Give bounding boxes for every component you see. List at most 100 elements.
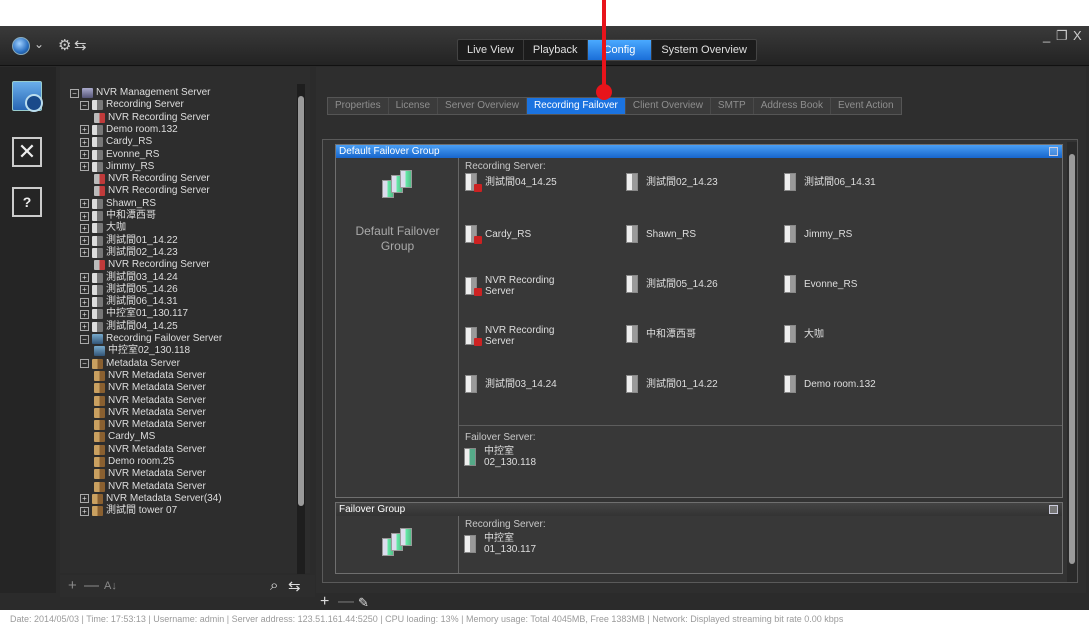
recording-server-item[interactable]: Jimmy_RS	[784, 225, 852, 243]
expand-toggle-icon[interactable]: +	[80, 150, 89, 159]
settings-icon[interactable]: ⚙	[58, 36, 71, 54]
expand-toggle-icon[interactable]: +	[80, 248, 89, 258]
tree-item[interactable]: − Recording Server	[80, 99, 184, 111]
recording-server-item[interactable]: 測試間01_14.22	[626, 375, 718, 393]
tree-item[interactable]: 中控室02_130.118	[94, 345, 190, 357]
search-icon[interactable]: ⌕	[270, 577, 278, 594]
tree-item[interactable]: NVR Recording Server	[94, 185, 210, 197]
recording-server-item[interactable]: 中控室 01_130.117	[464, 533, 536, 555]
recording-server-item[interactable]: Cardy_RS	[465, 225, 531, 244]
tab-address-book[interactable]: Address Book	[754, 98, 831, 114]
collapse-icon[interactable]	[1049, 505, 1058, 514]
failover-server-item[interactable]: 中控室 02_130.118	[464, 446, 536, 468]
tree-item[interactable]: NVR Recording Server	[94, 259, 210, 271]
tree-item[interactable]: NVR Recording Server	[94, 173, 210, 185]
tree-item[interactable]: + 測試間05_14.26	[80, 284, 178, 296]
tree-item[interactable]: + 測試間03_14.24	[80, 272, 178, 284]
expand-toggle-icon[interactable]: −	[70, 88, 79, 98]
expand-toggle-icon[interactable]: +	[80, 137, 89, 147]
default-failover-group[interactable]: Default Failover Group Default Failover …	[335, 144, 1063, 498]
tree-scrollbar-thumb[interactable]	[298, 96, 304, 506]
tree-item[interactable]: NVR Metadata Server	[94, 395, 206, 407]
groups-scrollbar[interactable]	[1067, 142, 1077, 582]
tree-item[interactable]: + Cardy_RS	[80, 136, 152, 148]
expand-toggle-icon[interactable]: +	[80, 494, 89, 504]
tree-item[interactable]: + 測試間 tower 07	[80, 505, 177, 517]
chevron-down-icon[interactable]: ⌄	[34, 37, 44, 51]
expand-toggle-icon[interactable]: +	[80, 273, 89, 282]
expand-toggle-icon[interactable]: +	[80, 211, 89, 221]
recording-server-item[interactable]: Evonne_RS	[784, 275, 857, 293]
collapse-icon[interactable]	[1049, 147, 1058, 156]
expand-toggle-icon[interactable]: −	[80, 359, 89, 369]
add-icon[interactable]: +	[68, 577, 77, 594]
tree-item[interactable]: − NVR Management Server	[70, 87, 211, 99]
help-icon[interactable]: ?	[12, 187, 42, 217]
tab-server-overview[interactable]: Server Overview	[438, 98, 527, 114]
expand-toggle-icon[interactable]: +	[80, 162, 89, 172]
tree-item[interactable]: + 測試間04_14.25	[80, 321, 178, 333]
minimize-button[interactable]: _	[1043, 28, 1050, 43]
tree-item[interactable]: + Shawn_RS	[80, 198, 156, 210]
tree-item[interactable]: + Evonne_RS	[80, 149, 159, 161]
tree-item[interactable]: NVR Recording Server	[94, 112, 210, 124]
tab-playback[interactable]: Playback	[524, 40, 588, 60]
recording-server-item[interactable]: NVR Recording Server	[465, 275, 554, 297]
groups-scrollbar-thumb[interactable]	[1069, 154, 1075, 564]
tab-system-overview[interactable]: System Overview	[652, 40, 756, 60]
globe-icon[interactable]	[12, 37, 30, 55]
tree-item[interactable]: + 測試間02_14.23	[80, 247, 178, 259]
tab-properties[interactable]: Properties	[328, 98, 389, 114]
recording-server-item[interactable]: 測試間06_14.31	[784, 173, 876, 191]
expand-toggle-icon[interactable]: +	[80, 223, 89, 233]
recording-server-item[interactable]: Shawn_RS	[626, 225, 696, 243]
expand-toggle-icon[interactable]: +	[80, 125, 89, 135]
expand-toggle-icon[interactable]: +	[80, 506, 89, 516]
tab-license[interactable]: License	[389, 98, 439, 114]
tree-item[interactable]: − Metadata Server	[80, 358, 180, 370]
recording-server-item[interactable]: Demo room.132	[784, 375, 876, 393]
tab-recording-failover[interactable]: Recording Failover	[526, 98, 626, 114]
tree-item[interactable]: NVR Metadata Server	[94, 481, 206, 493]
link-icon[interactable]: ⇆	[288, 577, 301, 595]
tree-item[interactable]: − Recording Failover Server	[80, 333, 222, 345]
tools-icon[interactable]: ✕	[12, 137, 42, 167]
sort-icon[interactable]: A↓	[104, 580, 117, 592]
tree-item[interactable]: NVR Metadata Server	[94, 419, 206, 431]
remove-icon[interactable]: —	[84, 577, 99, 594]
remove-group-icon[interactable]: —	[338, 593, 354, 611]
group-header[interactable]: Default Failover Group	[336, 145, 1062, 158]
recording-server-item[interactable]: 測試間03_14.24	[465, 375, 557, 393]
expand-toggle-icon[interactable]: −	[80, 334, 89, 344]
recording-server-item[interactable]: 測試間02_14.23	[626, 173, 718, 191]
tree-item[interactable]: Cardy_MS	[94, 431, 155, 443]
expand-toggle-icon[interactable]: +	[80, 297, 89, 307]
tree-item[interactable]: NVR Metadata Server	[94, 382, 206, 394]
monitor-icon[interactable]	[12, 81, 43, 112]
tree-item[interactable]: Demo room.25	[94, 456, 174, 468]
expand-toggle-icon[interactable]: +	[80, 322, 89, 332]
tree-item[interactable]: NVR Metadata Server	[94, 444, 206, 456]
tree-item[interactable]: + 大咖	[80, 222, 126, 234]
expand-toggle-icon[interactable]: −	[80, 100, 89, 110]
recording-server-item[interactable]: 大咖	[784, 325, 824, 343]
recording-server-item[interactable]: 測試間05_14.26	[626, 275, 718, 293]
expand-toggle-icon[interactable]: +	[80, 285, 89, 295]
tree-item[interactable]: + 測試間01_14.22	[80, 235, 178, 247]
close-button[interactable]: X	[1073, 28, 1082, 43]
recording-server-item[interactable]: 測試間04_14.25	[465, 173, 557, 192]
expand-toggle-icon[interactable]: +	[80, 309, 89, 319]
tree-item[interactable]: + 中控室01_130.117	[80, 308, 188, 320]
tab-config[interactable]: Config	[587, 40, 653, 60]
tree-item[interactable]: + 測試間06_14.31	[80, 296, 178, 308]
expand-toggle-icon[interactable]: +	[80, 199, 89, 209]
tree-item[interactable]: + NVR Metadata Server(34)	[80, 493, 222, 505]
tree-item[interactable]: + Jimmy_RS	[80, 161, 154, 173]
tree-item[interactable]: NVR Metadata Server	[94, 370, 206, 382]
tree-item[interactable]: NVR Metadata Server	[94, 468, 206, 480]
recording-server-item[interactable]: NVR Recording Server	[465, 325, 554, 347]
group-header[interactable]: Failover Group	[336, 503, 1062, 516]
tab-event-action[interactable]: Event Action	[831, 98, 901, 114]
restore-button[interactable]: ❐	[1056, 28, 1068, 44]
tab-client-overview[interactable]: Client Overview	[626, 98, 711, 114]
